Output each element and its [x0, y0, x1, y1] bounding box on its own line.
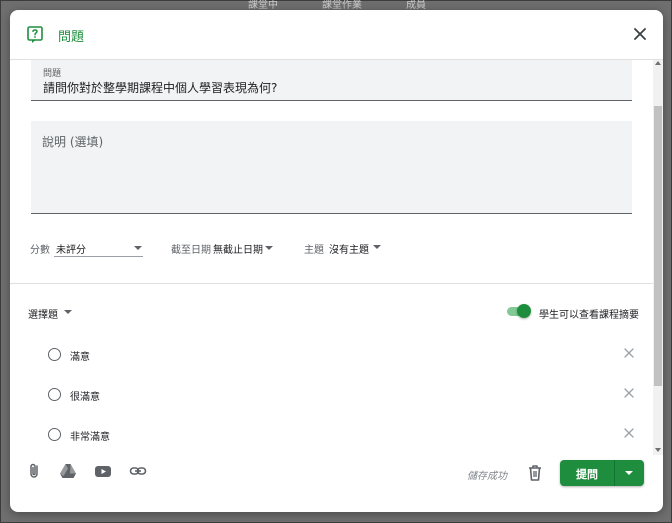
- due-chevron-down-icon[interactable]: [265, 246, 273, 250]
- radio-button[interactable]: [48, 388, 61, 401]
- scroll-up-arrow-icon[interactable]: [655, 61, 661, 65]
- scrollbar-thumb[interactable]: [654, 106, 662, 386]
- radio-button[interactable]: [48, 428, 61, 441]
- save-status: 儲存成功: [467, 471, 507, 482]
- choice-option: 非常滿意: [46, 426, 636, 448]
- assign-options-button[interactable]: [615, 460, 644, 486]
- dialog-header: 問題: [10, 10, 663, 60]
- grade-chevron-down-icon[interactable]: [134, 246, 142, 250]
- description-placeholder: 說明 (選填): [42, 135, 104, 149]
- attach-icon[interactable]: [26, 462, 44, 480]
- scrollbar[interactable]: [653, 60, 663, 455]
- assign-button-group: 提問: [560, 460, 644, 486]
- description-input[interactable]: 說明 (選填): [31, 121, 632, 214]
- grade-value[interactable]: 未評分: [56, 241, 86, 256]
- remove-option-icon[interactable]: [622, 426, 636, 440]
- topic-chevron-down-icon[interactable]: [373, 245, 381, 249]
- choice-label[interactable]: 很滿意: [70, 388, 100, 403]
- choice-label[interactable]: 非常滿意: [70, 428, 110, 443]
- remove-option-icon[interactable]: [622, 346, 636, 360]
- question-text: 請問你對於整學期課程中個人學習表現為何?: [43, 81, 278, 95]
- student-summary-toggle[interactable]: [505, 304, 533, 318]
- grade-underline: [54, 256, 143, 257]
- question-type-chevron-down-icon[interactable]: [64, 310, 72, 314]
- question-dialog: 問題 問題 請問你對於整學期課程中個人學習表現為何? 說明 (選填) 分數 未評…: [10, 10, 663, 512]
- choice-option: 很滿意: [46, 386, 636, 408]
- remove-option-icon[interactable]: [622, 386, 636, 400]
- close-icon[interactable]: [630, 24, 650, 44]
- question-type-select[interactable]: 選擇題: [28, 306, 58, 321]
- google-drive-icon[interactable]: [59, 462, 77, 480]
- radio-button[interactable]: [48, 348, 61, 361]
- due-value[interactable]: 無截止日期: [213, 241, 263, 256]
- question-icon: [27, 26, 43, 43]
- assign-button[interactable]: 提問: [560, 460, 614, 486]
- grade-label: 分數: [30, 245, 50, 256]
- due-label: 截至日期: [171, 245, 211, 256]
- trash-icon[interactable]: [527, 464, 543, 482]
- choice-option: 滿意: [46, 346, 636, 368]
- link-icon[interactable]: [129, 462, 147, 480]
- topic-label: 主題: [304, 245, 324, 256]
- question-label: 問題: [43, 69, 62, 79]
- toggle-knob: [517, 304, 531, 318]
- scroll-down-arrow-icon[interactable]: [655, 448, 661, 452]
- youtube-icon[interactable]: [94, 462, 112, 480]
- section-divider: [10, 283, 653, 284]
- background-tabs: 課堂中 課堂作業 成員: [240, 0, 440, 11]
- chevron-down-icon: [625, 471, 633, 475]
- question-input[interactable]: 問題 請問你對於整學期課程中個人學習表現為何?: [31, 60, 632, 101]
- student-summary-label: 學生可以查看課程摘要: [539, 310, 639, 321]
- dialog-title: 問題: [58, 30, 85, 45]
- assign-label: 提問: [576, 468, 598, 481]
- topic-value[interactable]: 沒有主題: [329, 241, 369, 256]
- choice-label[interactable]: 滿意: [70, 348, 90, 363]
